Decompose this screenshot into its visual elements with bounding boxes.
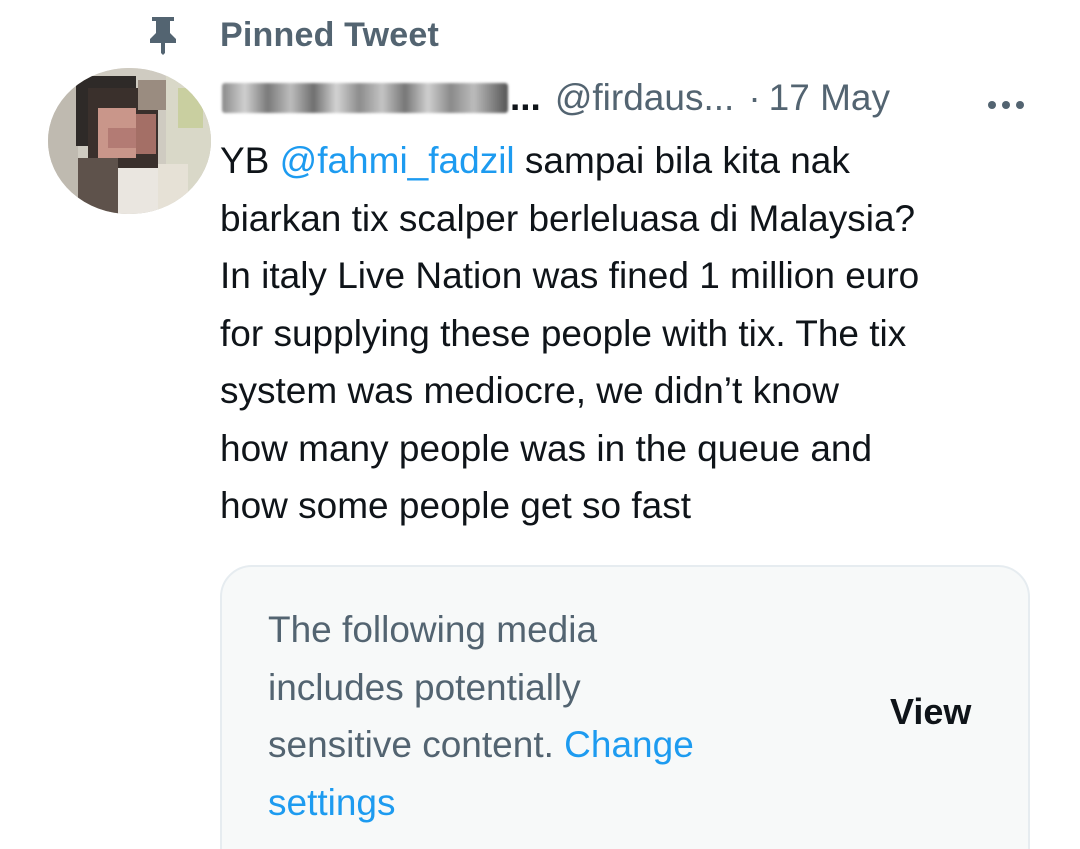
tweet-text-segment: sampai bila kita nak (514, 140, 850, 181)
mention-link[interactable]: @fahmi_fadzil (280, 140, 515, 181)
tweet-header: ... @firdaus... · 17 May (222, 70, 1032, 126)
change-settings-link[interactable]: Change (564, 724, 694, 765)
tweet-line: how some people get so fast (220, 485, 692, 526)
warning-line: includes potentially (268, 666, 581, 708)
pinned-label: Pinned Tweet (220, 15, 440, 54)
pinned-indicator: Pinned Tweet (148, 14, 439, 56)
blurred-name (222, 83, 508, 113)
tweet-line: system was mediocre, we didn’t know (220, 370, 839, 411)
author-display-name[interactable]: ... (222, 77, 541, 119)
more-icon[interactable] (986, 84, 1026, 109)
warning-text-segment: sensitive content. (268, 724, 565, 765)
author-handle[interactable]: @firdaus... (555, 77, 734, 119)
view-media-button[interactable]: View (890, 691, 971, 733)
warning-line: sensitive content. Change (268, 716, 808, 774)
tweet-line: In italy Live Nation was fined 1 million… (220, 255, 920, 296)
tweet-text: YB @fahmi_fadzil sampai bila kita nak bi… (220, 132, 1050, 535)
sensitive-media-warning: The following media includes potentially… (268, 601, 808, 831)
change-settings-link-continued[interactable]: settings (268, 774, 808, 832)
tweet-text-segment: YB (220, 140, 280, 181)
avatar[interactable] (48, 68, 211, 214)
tweet-line: for supplying these people with tix. The… (220, 312, 907, 354)
tweet-container[interactable]: Pinned Tweet ... @firdaus... · 17 May YB… (0, 0, 1080, 849)
tweet-line: biarkan tix scalper berleluasa di Malays… (220, 197, 916, 239)
display-name-ellipsis: ... (510, 77, 541, 118)
sensitive-media-card[interactable]: The following media includes potentially… (220, 565, 1030, 849)
warning-line: The following media (268, 609, 598, 650)
pin-icon (148, 15, 178, 55)
tweet-date[interactable]: 17 May (769, 77, 890, 119)
tweet-line: YB @fahmi_fadzil sampai bila kita nak (220, 132, 1050, 190)
tweet-line: how many people was in the queue and (220, 427, 873, 469)
separator-dot: · (748, 77, 761, 118)
